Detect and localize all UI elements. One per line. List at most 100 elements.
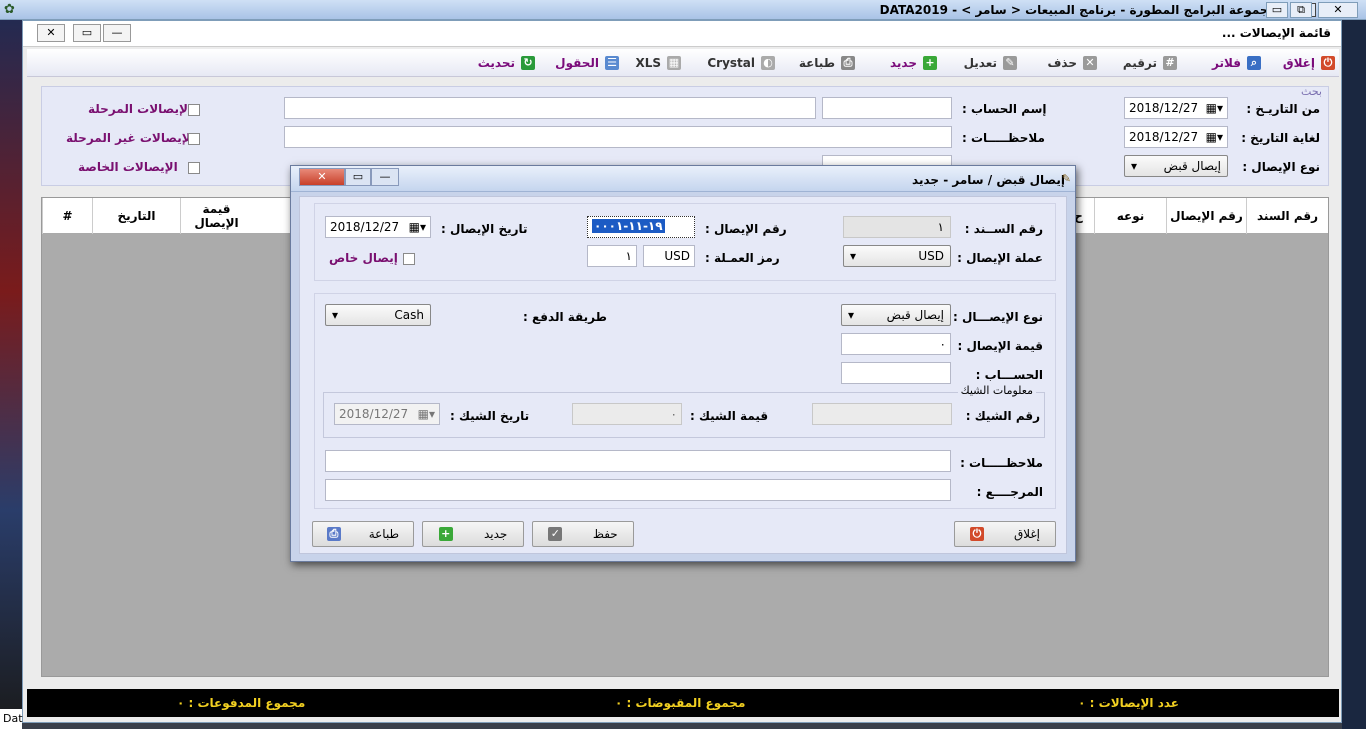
save-button[interactable]: حفظ ✓ (532, 521, 634, 547)
receipt-type-label: نوع الإيصـــال : (953, 310, 1043, 324)
notes-label: ملاحظـــــات : (962, 131, 1045, 145)
toolbar: ⏻ إغلاق ⌕ فلاتر # ترقيم ✕ حذف ✎ تعديل + جديد ⎙… (27, 49, 1339, 77)
receipt-value-input[interactable]: ٠ (841, 333, 951, 355)
reference-input[interactable] (325, 479, 951, 501)
voucher-no-field: ١ (843, 216, 951, 238)
receipt-type-select[interactable]: ▾ إيصال قبض (1124, 155, 1228, 177)
account-input[interactable] (841, 362, 951, 384)
special-receipts-label: الإيصالات الخاصة (78, 160, 178, 174)
special-receipts-checkbox[interactable] (188, 162, 200, 174)
from-date-picker[interactable]: 2018/12/27 ▦▾ (1124, 97, 1228, 119)
numbering-tool[interactable]: # ترقيم (1123, 54, 1177, 72)
currency-select[interactable]: ▾ USD (843, 245, 951, 267)
dialog-notes-label: ملاحظـــــات : (960, 456, 1043, 470)
to-date-value: 2018/12/27 (1129, 130, 1199, 144)
dialog-close-button[interactable]: ✕ (299, 168, 345, 186)
from-date-value: 2018/12/27 (1129, 101, 1199, 115)
check-date-picker[interactable]: 2018/12/27 ▦▾ (334, 403, 440, 425)
currency-code-field[interactable]: USD (643, 245, 695, 267)
payment-method-select[interactable]: ▾ Cash (325, 304, 431, 326)
payments-total: مجموع المدفوعات : ٠ (177, 696, 306, 710)
receipt-no-input[interactable]: ١٩-١١-٠٠٠١ (587, 216, 695, 238)
col-date[interactable]: التاريخ (92, 198, 180, 234)
excel-icon: ▦ (667, 56, 681, 70)
check-value-input[interactable]: ٠ (572, 403, 682, 425)
save-icon: ✓ (548, 527, 563, 541)
edit-tool[interactable]: ✎ تعديل (964, 54, 1017, 72)
filters-tool[interactable]: ⌕ فلاتر (1212, 54, 1261, 72)
new-tool[interactable]: + جديد (890, 54, 937, 72)
receipts-close-button[interactable]: ✕ (37, 24, 65, 42)
close-tool[interactable]: ⏻ إغلاق (1283, 54, 1335, 72)
edit-tool-label: تعديل (963, 56, 997, 70)
dialog-receipt-type-select[interactable]: ▾ إيصال قبض (841, 304, 951, 326)
calendar-dropdown-icon: ▦▾ (1205, 130, 1223, 144)
dialog-maximize-button[interactable]: ▭ (345, 168, 371, 186)
fields-tool-label: الحقول (555, 56, 599, 70)
desktop-background-right (1342, 0, 1366, 729)
receipts-count: عدد الإيصالات : ٠ (1078, 696, 1179, 710)
account-name-input[interactable] (284, 97, 816, 119)
status-bar: عدد الإيصالات : ٠ مجموع المقبوضات : ٠ مج… (27, 689, 1339, 717)
col-receipt-no[interactable]: رقم الإيصال (1166, 198, 1246, 234)
new-button[interactable]: جديد + (422, 521, 524, 547)
delete-tool[interactable]: ✕ حذف (1047, 54, 1097, 72)
col-receipt-value[interactable]: قيمة الإيصال (180, 198, 252, 234)
col-voucher-no[interactable]: رقم السند (1246, 198, 1328, 234)
dialog-notes-input[interactable] (325, 450, 951, 472)
search-legend: بحث (1301, 85, 1322, 98)
dialog-minimize-button[interactable]: — (371, 168, 399, 186)
dialog-title: إيصال قبض / سامر - جديد (912, 173, 1065, 187)
dialog-body: رقم الســند : ١ رقم الإيصال : ١٩-١١-٠٠٠١… (299, 196, 1067, 554)
app-title: مجموعة البرامج المطورة - برنامج المبيعات… (879, 3, 1276, 17)
receipt-header-group: رقم الســند : ١ رقم الإيصال : ١٩-١١-٠٠٠١… (314, 203, 1056, 281)
dialog-icon: ✎ (1061, 172, 1071, 185)
app-restore-button[interactable]: ⧉ (1290, 2, 1312, 18)
print-tool-label: طباعة (798, 56, 835, 70)
receipt-date-value: 2018/12/27 (330, 220, 400, 234)
receipt-date-picker[interactable]: 2018/12/27 ▦▾ (325, 216, 431, 238)
to-date-picker[interactable]: 2018/12/27 ▦▾ (1124, 126, 1228, 148)
check-no-input[interactable] (812, 403, 952, 425)
account-label: الحســـاب : (975, 368, 1043, 382)
notes-input[interactable] (284, 126, 952, 148)
payment-method-label: طريقة الدفع : (523, 310, 607, 324)
app-close-button[interactable]: ✕ (1318, 2, 1358, 18)
currency-value: USD (918, 249, 944, 263)
crystal-tool[interactable]: ◐ Crystal (707, 54, 775, 72)
app-minimize-button[interactable]: ▭ (1266, 2, 1288, 18)
taskbar-item[interactable]: Dat (0, 709, 23, 729)
xls-tool-label: XLS (635, 56, 661, 70)
receipts-maximize-button[interactable]: ▭ (73, 24, 101, 42)
receipt-details-group: نوع الإيصـــال : ▾ إيصال قبض طريقة الدفع … (314, 293, 1056, 509)
save-button-label: حفظ (592, 527, 618, 541)
power-icon: ⏻ (969, 527, 984, 541)
xls-tool[interactable]: ▦ XLS (635, 54, 681, 72)
new-tool-label: جديد (889, 56, 917, 70)
special-receipt-checkbox[interactable] (403, 253, 415, 265)
dialog-close-action-button[interactable]: إغلاق ⏻ (954, 521, 1056, 547)
receipts-window-title-bar: ✕ ▭ — قائمة الإيصالات ... (23, 21, 1341, 47)
posted-receipts-checkbox[interactable] (188, 104, 200, 116)
col-index[interactable]: # (42, 198, 92, 234)
exchange-rate-field[interactable]: ١ (587, 245, 637, 267)
receipt-no-value: ١٩-١١-٠٠٠١ (592, 219, 665, 233)
fields-tool[interactable]: ☰ الحقول (555, 54, 619, 72)
reference-label: المرجــــع : (976, 485, 1043, 499)
receipts-minimize-button[interactable]: — (103, 24, 131, 42)
print-button[interactable]: طباعة ⎙ (312, 521, 414, 547)
close-tool-label: إغلاق (1282, 56, 1315, 70)
print-tool[interactable]: ⎙ طباعة (799, 54, 855, 72)
voucher-no-label: رقم الســند : (964, 222, 1043, 236)
account-code-input[interactable] (822, 97, 952, 119)
receipts-total: مجموع المقبوضات : ٠ (615, 696, 746, 710)
new-button-label: جديد (483, 527, 508, 541)
check-info-group: معلومات الشيك رقم الشيك : قيمة الشيك : ٠… (323, 384, 1045, 438)
receipts-window-title: قائمة الإيصالات ... (1221, 26, 1331, 40)
currency-code-label: رمز العمـلة : (705, 251, 780, 265)
to-date-label: لغاية التاريخ : (1241, 131, 1320, 145)
unposted-receipts-checkbox[interactable] (188, 133, 200, 145)
refresh-tool[interactable]: ↻ تحديث (478, 54, 535, 72)
printer-icon: ⎙ (841, 56, 855, 70)
col-type[interactable]: نوعه (1094, 198, 1166, 234)
